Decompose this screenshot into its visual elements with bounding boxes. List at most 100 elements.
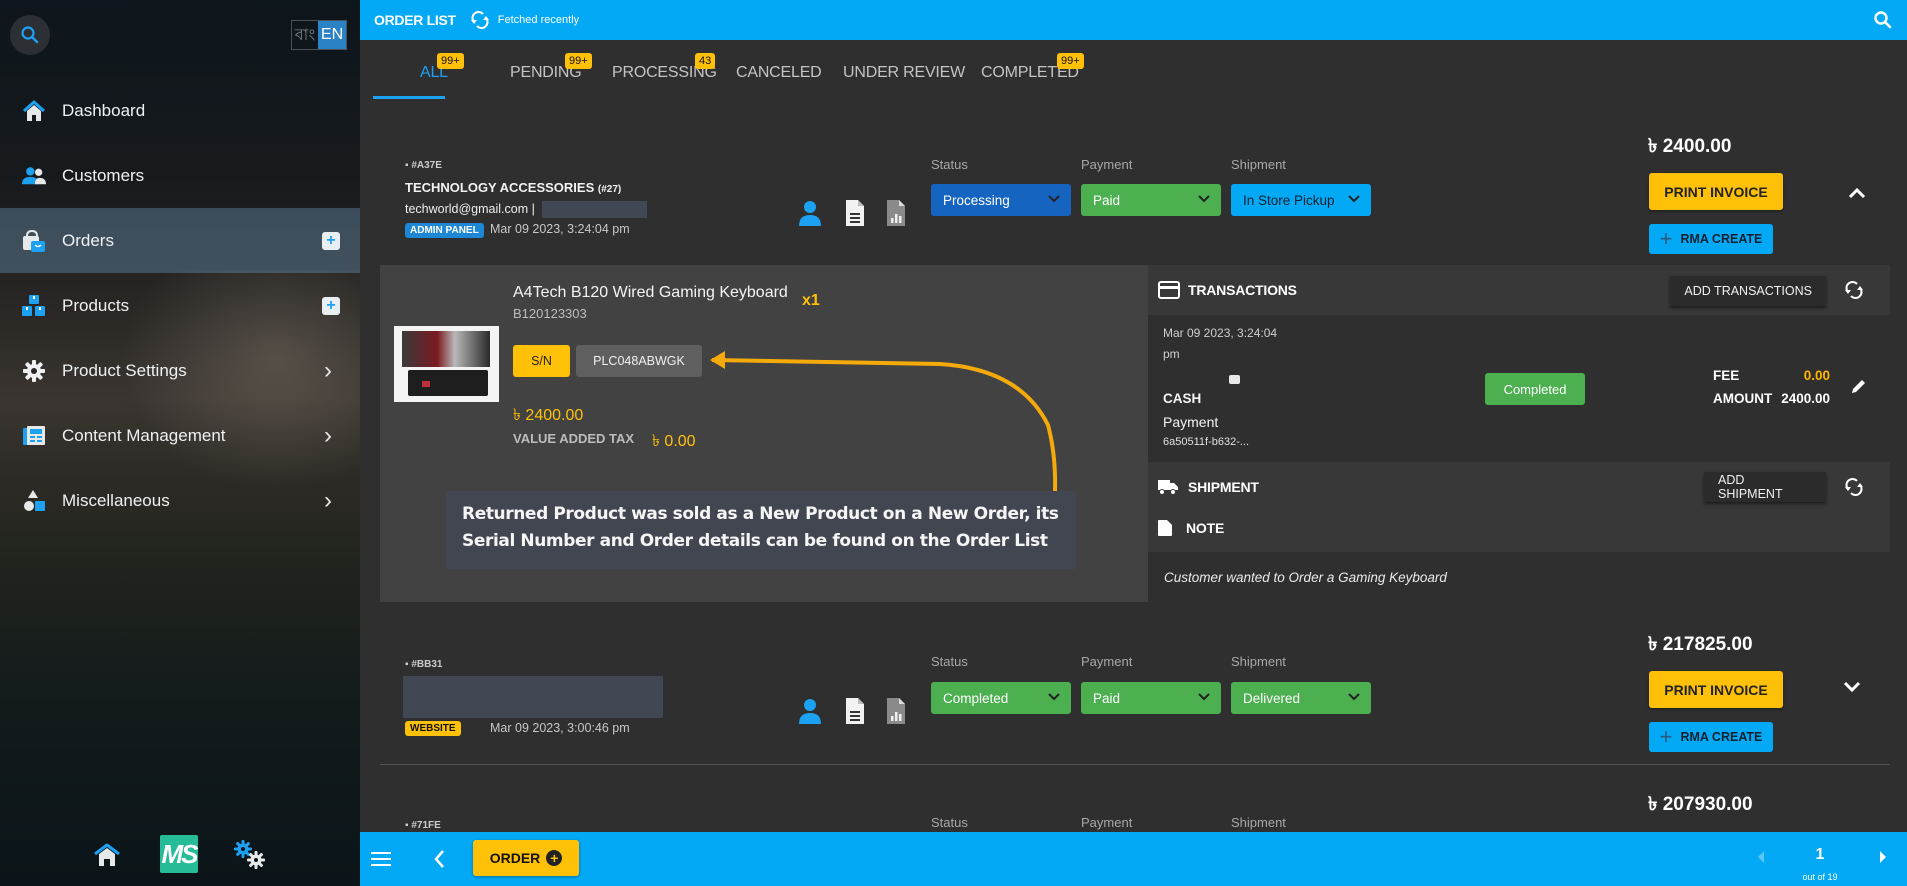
chevron-right-icon[interactable]: › [324, 422, 332, 450]
page-total: out of 19 [1802, 872, 1838, 882]
current-page: 1 [1815, 846, 1825, 863]
next-page-icon[interactable] [1878, 850, 1888, 864]
refresh-icon[interactable] [1844, 477, 1864, 497]
plus-icon: + [1659, 226, 1673, 251]
sidebar-item-label: Customers [62, 165, 145, 185]
sidebar-item-content-management[interactable]: Content Management › [0, 403, 360, 468]
order-side-panel: TRANSACTIONS ADD TRANSACTIONS Mar 09 202… [1148, 265, 1890, 602]
shipment-label: Shipment [1231, 815, 1286, 830]
home-icon [22, 99, 46, 123]
order-date: Mar 09 2023, 3:00:46 pm [490, 721, 630, 735]
fee-value: 0.00 [1803, 368, 1830, 383]
payment-select[interactable]: Paid [1081, 184, 1221, 216]
settings-button[interactable] [232, 833, 268, 877]
shipment-select[interactable]: In Store Pickup [1231, 184, 1371, 216]
home-button[interactable] [92, 833, 122, 877]
report-chart-icon[interactable] [884, 697, 908, 725]
language-switch[interactable]: বাং EN [291, 20, 347, 50]
payment-select[interactable]: Paid [1081, 682, 1221, 714]
transactions-title: TRANSACTIONS [1188, 282, 1297, 298]
status-value: Processing [943, 192, 1010, 208]
app-logo[interactable]: MS [160, 835, 199, 873]
shapes-icon [22, 489, 46, 513]
order-source-badge: WEBSITE [405, 721, 461, 736]
report-chart-icon[interactable] [884, 199, 908, 227]
language-english[interactable]: EN [318, 21, 346, 49]
shipment-title: SHIPMENT [1188, 479, 1259, 495]
chevron-down-icon [1348, 195, 1360, 203]
shipment-label: Shipment [1231, 654, 1286, 669]
payment-label: Payment [1081, 654, 1133, 669]
print-invoice-button[interactable]: PRINT INVOICE [1649, 671, 1783, 708]
sidebar-item-label: Dashboard [62, 100, 146, 120]
payment-label: Payment [1081, 815, 1133, 830]
shipment-select[interactable]: Delivered [1231, 682, 1371, 714]
shipment-value: In Store Pickup [1243, 192, 1335, 208]
shipment-value: Delivered [1243, 690, 1301, 706]
new-order-button[interactable]: ORDER + [473, 840, 579, 876]
previous-page-icon[interactable] [1756, 850, 1766, 864]
add-product-button[interactable]: + [322, 296, 340, 315]
payment-label: Payment [1081, 157, 1133, 172]
chevron-up-icon[interactable] [1845, 182, 1869, 206]
add-order-button[interactable]: + [322, 231, 340, 250]
plus-icon: + [1659, 724, 1673, 749]
refresh-icon[interactable] [470, 10, 490, 30]
orders-bag-icon [22, 229, 46, 253]
sidebar-search-button[interactable] [10, 15, 50, 55]
products-boxes-icon [22, 294, 46, 318]
rma-create-button[interactable]: + RMA CREATE [1649, 224, 1773, 254]
sidebar-item-orders[interactable]: Orders + [0, 208, 360, 273]
order-source-badge: ADMIN PANEL [405, 223, 484, 238]
tab-under-review[interactable]: UNDER REVIEW [843, 64, 965, 82]
sidebar-item-label: Product Settings [62, 360, 187, 380]
fetch-status: Fetched recently [497, 14, 580, 26]
transaction-reference: 6a50511f-b632-... [1163, 436, 1250, 448]
customer-name[interactable]: TECHNOLOGY ACCESSORIES (#27) [405, 180, 621, 195]
edit-pencil-icon[interactable] [1850, 377, 1868, 395]
order-id-text: #A37E [411, 160, 442, 171]
chevron-down-icon [1048, 195, 1060, 203]
add-transactions-button[interactable]: ADD TRANSACTIONS [1670, 276, 1826, 306]
print-invoice-button[interactable]: PRINT INVOICE [1649, 173, 1783, 210]
status-select[interactable]: Completed [931, 682, 1071, 714]
amount-value: 2400.00 [1781, 391, 1830, 406]
invoice-document-icon[interactable] [843, 697, 867, 725]
sidebar-item-product-settings[interactable]: Product Settings › [0, 338, 360, 403]
customer-icon[interactable] [798, 697, 822, 725]
order-id-text: #71FE [411, 820, 441, 831]
rma-create-label: RMA CREATE [1680, 232, 1763, 246]
rma-create-button[interactable]: + RMA CREATE [1649, 722, 1773, 752]
customer-icon[interactable] [798, 199, 822, 227]
order-id: ▪ #BB31 [405, 659, 443, 670]
credit-card-icon [1158, 281, 1180, 299]
status-select[interactable]: Processing [931, 184, 1071, 216]
sidebar-item-miscellaneous[interactable]: Miscellaneous › [0, 468, 360, 533]
tab-canceled[interactable]: CANCELED [736, 64, 822, 82]
new-order-label: ORDER [489, 850, 541, 866]
invoice-document-icon[interactable] [843, 199, 867, 227]
add-shipment-button[interactable]: ADD SHIPMENT [1704, 472, 1826, 502]
chevron-right-icon[interactable]: › [324, 487, 332, 515]
refresh-icon[interactable] [1844, 280, 1864, 300]
note-header: NOTE [1148, 512, 1890, 552]
transaction-status-badge: Completed [1485, 373, 1585, 405]
menu-icon[interactable] [371, 849, 391, 869]
transaction-date: Mar 09 2023, 3:24:04 [1163, 326, 1278, 340]
back-chevron-icon[interactable] [432, 849, 446, 869]
order-date: Mar 09 2023, 3:24:04 pm [490, 222, 630, 236]
sidebar-item-dashboard[interactable]: Dashboard [0, 78, 360, 143]
transaction-type: Payment [1163, 414, 1219, 430]
search-icon[interactable] [1873, 10, 1893, 30]
order-id: ▪ #71FE [405, 820, 441, 831]
chevron-down-icon[interactable] [1840, 674, 1864, 698]
sidebar-item-customers[interactable]: Customers [0, 143, 360, 208]
chevron-right-icon[interactable]: › [324, 357, 332, 385]
tab-badge: 43 [695, 53, 716, 69]
sidebar-item-products[interactable]: Products + [0, 273, 360, 338]
order-status-tabs: ALL 99+ PENDING 99+ PROCESSING 43 CANCEL… [360, 40, 1907, 100]
chevron-down-icon [1348, 693, 1360, 701]
order-total: ৳ 217825.00 [1648, 634, 1753, 655]
shipment-header: SHIPMENT ADD SHIPMENT [1148, 462, 1890, 512]
language-bangla[interactable]: বাং [292, 21, 318, 49]
